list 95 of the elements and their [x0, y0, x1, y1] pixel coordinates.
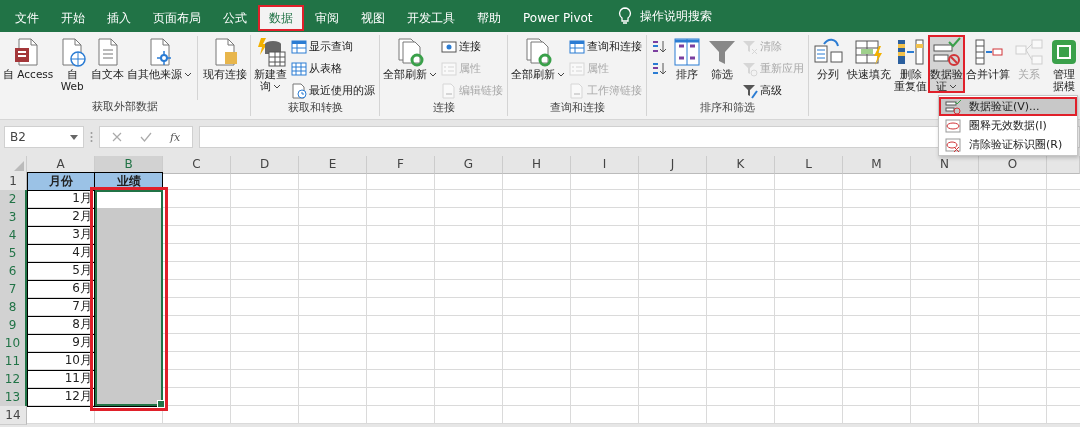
- ribbon-button[interactable]: 全部刷新: [382, 36, 439, 80]
- ribbon-button[interactable]: 数据验 证: [929, 36, 965, 92]
- column-header[interactable]: C: [163, 156, 231, 174]
- ribbon-button[interactable]: 自其他来源: [126, 36, 194, 80]
- list-icon: [569, 60, 586, 77]
- table-cell: 9月: [27, 334, 95, 353]
- check-icon[interactable]: [140, 132, 152, 142]
- row-header[interactable]: 14: [0, 406, 27, 425]
- document-icon: [569, 82, 586, 99]
- group-label: 查询和连接: [548, 101, 606, 115]
- ribbon-tab[interactable]: 数据: [258, 5, 304, 31]
- column-header[interactable]: D: [231, 156, 299, 174]
- clock-document-icon: [291, 82, 308, 99]
- relationships-icon: [1013, 36, 1046, 68]
- lightbulb-icon: [617, 7, 632, 25]
- menu-item[interactable]: 数据验证(V)...: [939, 97, 1077, 116]
- column-header[interactable]: J: [639, 156, 707, 174]
- table-cell: 8月: [27, 316, 95, 335]
- ribbon-button[interactable]: 显示查询: [289, 36, 378, 57]
- consolidate-icon: [972, 36, 1005, 68]
- grid-icon: [291, 60, 308, 77]
- column-header[interactable]: H: [503, 156, 571, 174]
- ribbon-button[interactable]: 排序: [670, 36, 705, 80]
- ribbon-tab[interactable]: 公式: [212, 5, 258, 31]
- column-header[interactable]: G: [435, 156, 503, 174]
- ribbon-button[interactable]: 管理 据模: [1047, 36, 1080, 92]
- ribbon-button[interactable]: 从表格: [289, 58, 378, 79]
- document-icon: [441, 82, 458, 99]
- ribbon-button[interactable]: 筛选: [705, 36, 740, 80]
- table-icon: [569, 38, 586, 55]
- tell-me-search[interactable]: 操作说明搜索: [639, 7, 712, 25]
- ribbon-tab[interactable]: 开发工具: [396, 5, 466, 31]
- table-cell: 4月: [27, 244, 95, 263]
- ribbon-tab[interactable]: 开始: [50, 5, 96, 31]
- table-cell: 5月: [27, 262, 95, 281]
- ribbon-button[interactable]: 自文本: [90, 36, 126, 80]
- column-header[interactable]: [1047, 156, 1080, 174]
- column-header[interactable]: N: [911, 156, 979, 174]
- ribbon-button[interactable]: 最近使用的源: [289, 80, 378, 101]
- link-icon: [441, 38, 458, 55]
- validation-icon: [945, 98, 961, 115]
- filter-icon: [742, 38, 759, 55]
- name-box[interactable]: B2: [4, 126, 84, 148]
- ribbon-button[interactable]: 分列: [811, 36, 846, 80]
- table-cell: 6月: [27, 280, 95, 299]
- ribbon-tab[interactable]: 页面布局: [142, 5, 212, 31]
- ribbon-button[interactable]: 连接: [439, 36, 506, 57]
- grip-icon: [90, 131, 93, 143]
- group-label: 连接: [431, 101, 456, 115]
- table-cell: 7月: [27, 298, 95, 317]
- table-cell: 3月: [27, 226, 95, 245]
- ribbon-button[interactable]: 新建查 询: [253, 36, 289, 92]
- table-cell: 1月: [27, 190, 95, 209]
- table-cell: 10月: [27, 352, 95, 371]
- ribbon-button[interactable]: 快速填充: [846, 36, 893, 80]
- ribbon-tab[interactable]: Power Pivot: [512, 5, 604, 31]
- ribbon-button[interactable]: 全部刷新: [510, 36, 567, 80]
- column-header[interactable]: E: [299, 156, 367, 174]
- column-header[interactable]: O: [979, 156, 1047, 174]
- sort-descending-icon: [651, 60, 668, 77]
- ribbon-tab[interactable]: 审阅: [304, 5, 350, 31]
- ribbon-button[interactable]: 合并计算: [965, 36, 1012, 80]
- table-cell: 2月: [27, 208, 95, 227]
- sort-ascending-icon: [651, 38, 668, 55]
- validation-icon: [930, 36, 963, 68]
- table-cell: 月份: [27, 172, 95, 191]
- ribbon-button[interactable]: 自 Web: [55, 36, 90, 92]
- menu-item[interactable]: 清除验证标识圈(R): [939, 135, 1077, 154]
- caret-icon: [70, 134, 78, 140]
- ribbon-button[interactable]: 查询和连接: [567, 36, 645, 57]
- filter-icon: [742, 60, 759, 77]
- column-header[interactable]: I: [571, 156, 639, 174]
- table-icon: [291, 38, 308, 55]
- column-header[interactable]: K: [707, 156, 775, 174]
- ribbon-tab[interactable]: 插入: [96, 5, 142, 31]
- group-label: 排序和筛选: [699, 101, 757, 115]
- list-icon: [441, 60, 458, 77]
- group-label: 获取外部数据: [91, 100, 160, 114]
- group-label: 获取和转换: [286, 101, 344, 115]
- table-cell: 12月: [27, 388, 95, 407]
- column-header[interactable]: M: [843, 156, 911, 174]
- ribbon-tab[interactable]: 视图: [350, 5, 396, 31]
- insert-function-button[interactable]: fx: [170, 130, 181, 144]
- cancel-icon[interactable]: [112, 132, 122, 142]
- ribbon-tab[interactable]: 帮助: [466, 5, 512, 31]
- ribbon-button[interactable]: 删除 重复值: [893, 36, 929, 92]
- ribbon-button[interactable]: 自 Access: [2, 36, 55, 80]
- ribbon-button[interactable]: 现有连接: [202, 36, 249, 80]
- column-header[interactable]: L: [775, 156, 843, 174]
- filter-icon: [742, 82, 759, 99]
- menu-item[interactable]: 圈释无效数据(I): [939, 116, 1077, 135]
- table-cell: 11月: [27, 370, 95, 389]
- column-header[interactable]: F: [367, 156, 435, 174]
- ribbon-tab[interactable]: 文件: [4, 5, 50, 31]
- ribbon-button[interactable]: 高级: [740, 80, 807, 101]
